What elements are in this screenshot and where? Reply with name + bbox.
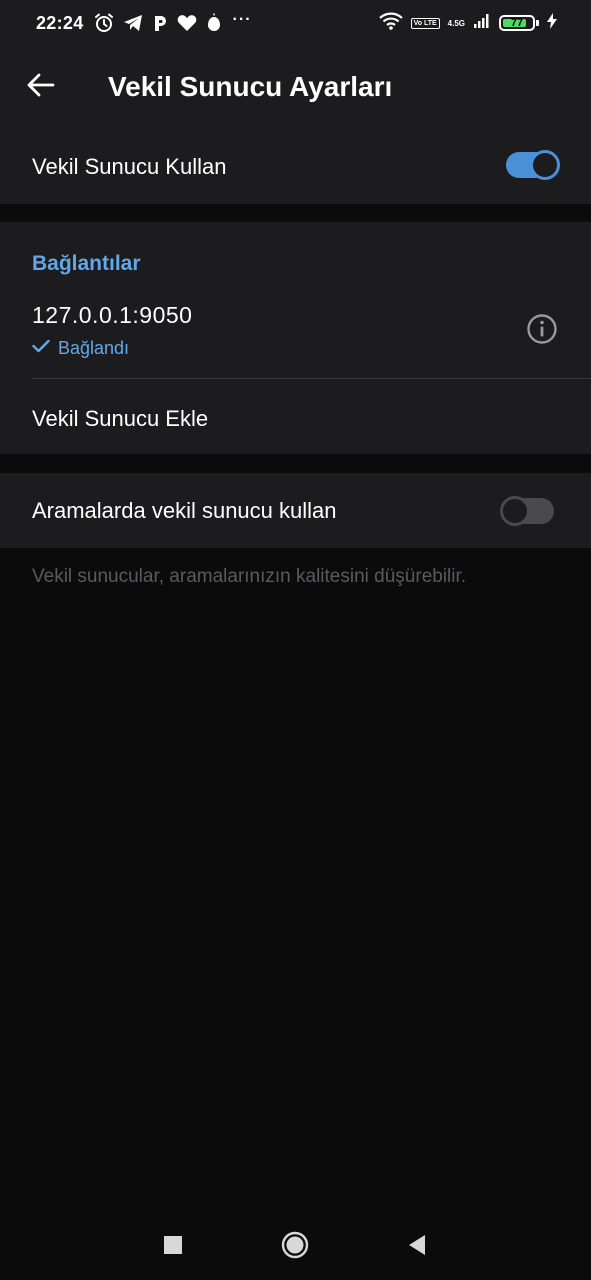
- status-time: 22:24: [36, 12, 84, 33]
- proxy-address: 127.0.0.1:9050: [32, 302, 193, 328]
- overflow-indicator: ···: [232, 11, 252, 28]
- notification-icons: ···: [94, 11, 252, 33]
- telegram-icon: [123, 14, 143, 32]
- nav-back-button[interactable]: [402, 1232, 432, 1262]
- arrow-left-icon: [27, 73, 55, 102]
- battery-indicator: 77: [499, 15, 539, 31]
- home-icon: [281, 1231, 309, 1264]
- use-proxy-label: Vekil Sunucu Kullan: [32, 154, 227, 179]
- battery-icon: 77: [499, 15, 535, 31]
- recents-icon: [164, 1235, 182, 1259]
- back-button[interactable]: [0, 46, 82, 128]
- wifi-icon: [378, 12, 403, 35]
- connections-section: Bağlantılar 127.0.0.1:9050 Bağlandı Veki…: [0, 222, 591, 454]
- heart-icon: [177, 14, 197, 32]
- use-proxy-row[interactable]: Vekil Sunucu Kullan: [0, 128, 591, 204]
- proxy-status-label: Bağlandı: [58, 338, 130, 358]
- page-title: Vekil Sunucu Ayarları: [108, 71, 393, 102]
- use-proxy-toggle[interactable]: [506, 150, 560, 180]
- drop-icon: [206, 13, 222, 33]
- add-proxy-button[interactable]: Vekil Sunucu Ekle: [32, 406, 208, 432]
- checkmark-icon: [32, 339, 50, 358]
- calls-proxy-label: Aramalarda vekil sunucu kullan: [32, 498, 337, 523]
- recents-button[interactable]: [158, 1232, 188, 1262]
- proxy-status: Bağlandı: [32, 338, 129, 359]
- proxy-info-button[interactable]: [526, 313, 558, 350]
- connections-header: Bağlantılar: [32, 252, 141, 275]
- toggle-knob: [530, 150, 560, 180]
- back-triangle-icon: [407, 1234, 427, 1261]
- navigation-bar: [0, 1212, 591, 1280]
- signal-icon: [473, 13, 491, 34]
- system-icons: Vo LTE 4.5G 77: [378, 12, 557, 35]
- toggle-knob: [500, 496, 530, 526]
- alarm-icon: [94, 13, 114, 33]
- volte-badge: Vo LTE: [410, 17, 440, 29]
- info-icon: [526, 313, 558, 350]
- calls-proxy-toggle[interactable]: [500, 496, 554, 526]
- battery-level: 77: [510, 17, 524, 29]
- network-type: 4.5G: [447, 18, 465, 28]
- charging-icon: [547, 12, 557, 34]
- divider: [32, 378, 591, 379]
- home-button[interactable]: [280, 1231, 310, 1264]
- status-bar: 22:24 ··· Vo LTE 4.5G 77: [0, 0, 591, 46]
- app-bar: Vekil Sunucu Ayarları: [0, 46, 591, 128]
- calls-footnote: Vekil sunucular, aramalarınızın kalitesi…: [32, 566, 467, 587]
- calls-proxy-row[interactable]: Aramalarda vekil sunucu kullan: [0, 473, 591, 548]
- p-icon: [152, 14, 168, 32]
